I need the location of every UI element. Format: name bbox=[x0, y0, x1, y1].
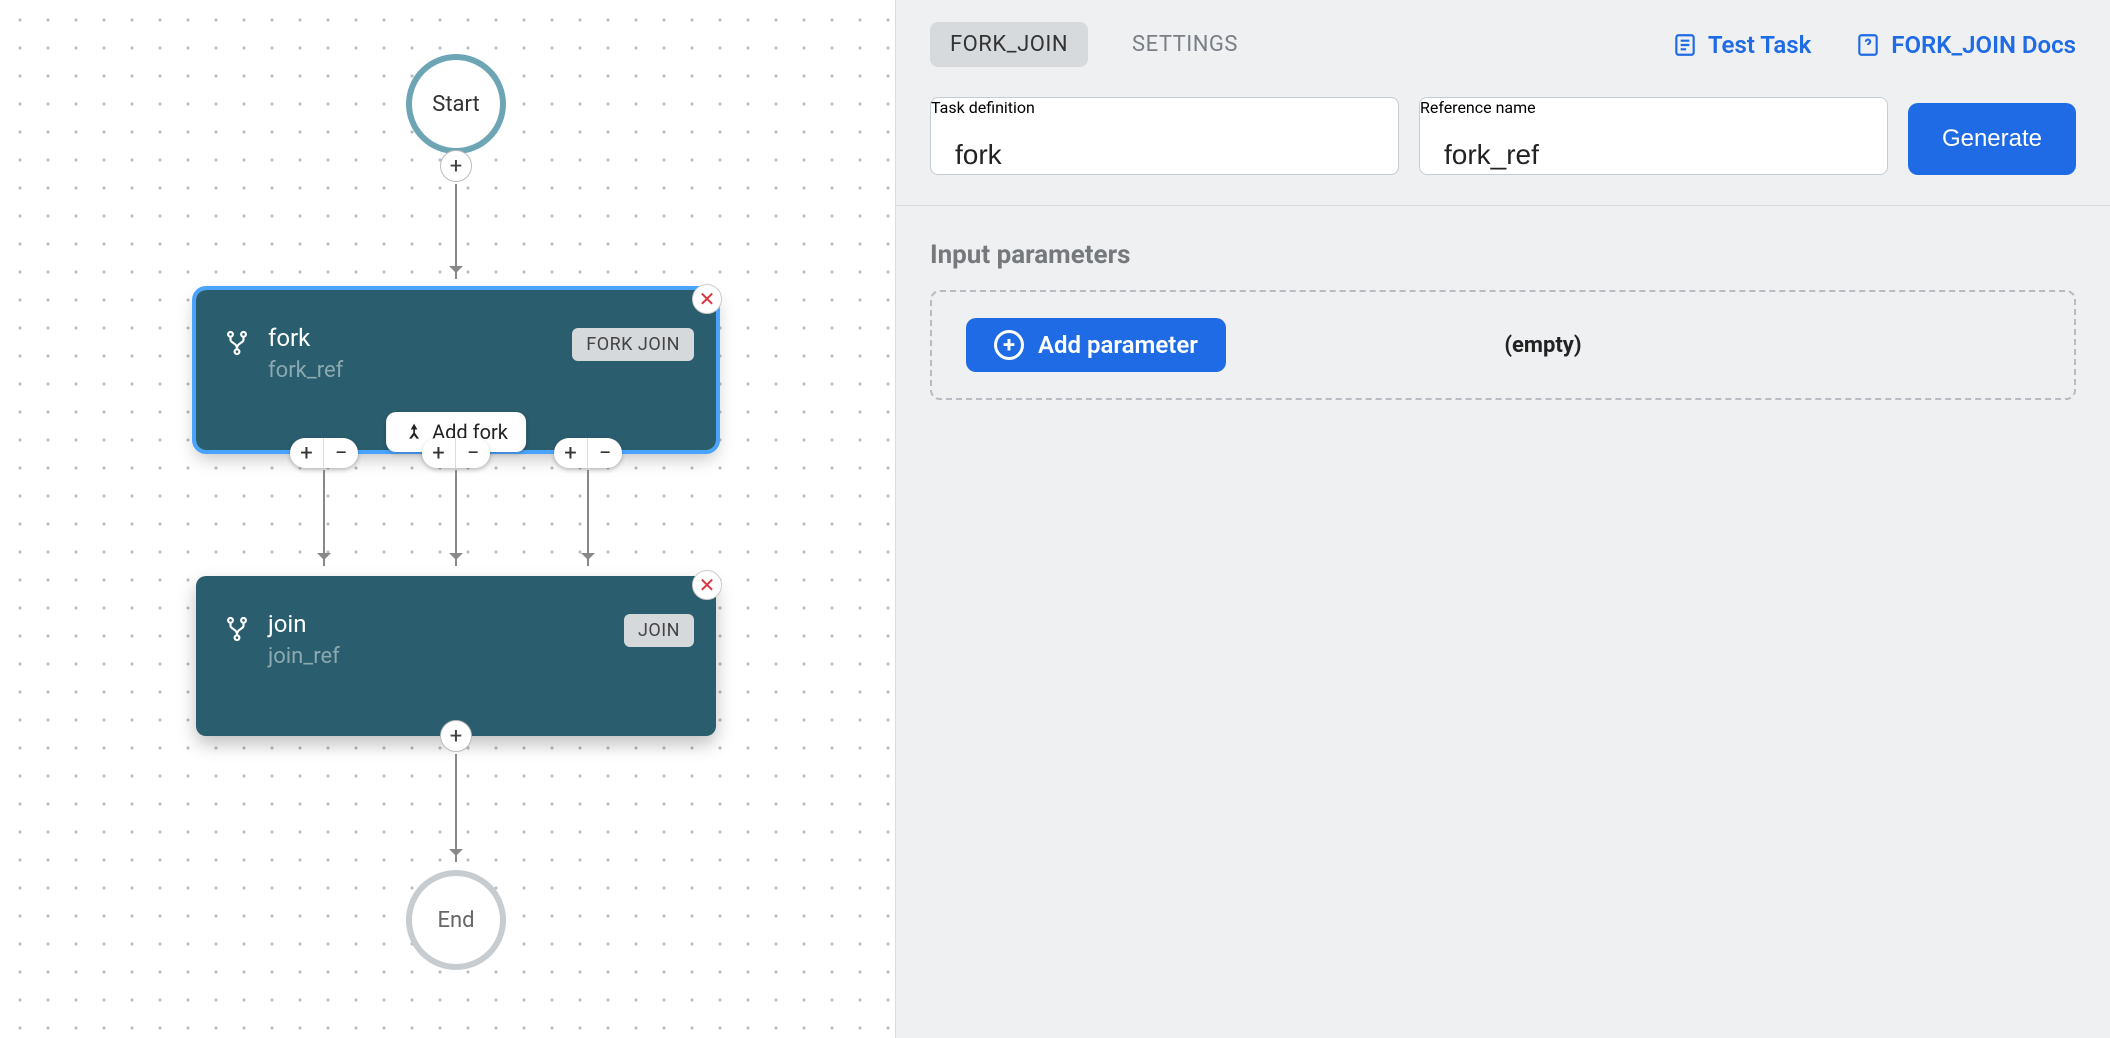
input-parameters-title: Input parameters bbox=[930, 240, 2076, 270]
edge-branch-1 bbox=[323, 470, 325, 566]
start-label: Start bbox=[432, 92, 479, 117]
branch-2-add[interactable]: + bbox=[422, 438, 456, 468]
generate-button[interactable]: Generate bbox=[1908, 103, 2076, 175]
parameters-empty-text: (empty) bbox=[1046, 333, 2040, 358]
branch-3-add[interactable]: + bbox=[554, 438, 588, 468]
close-icon: ✕ bbox=[699, 287, 716, 311]
properties-panel: FORK_JOIN SETTINGS Test Task FORK_JOIN D… bbox=[895, 0, 2110, 1038]
checklist-icon bbox=[1672, 32, 1698, 58]
tab-settings[interactable]: SETTINGS bbox=[1112, 22, 1258, 67]
branch-1-controls: + − bbox=[290, 438, 358, 468]
edge-join-to-end bbox=[455, 754, 457, 862]
fork-icon bbox=[224, 330, 250, 360]
task-definition-input[interactable] bbox=[931, 117, 1398, 193]
task-definition-label: Task definition bbox=[931, 98, 1035, 117]
workflow-canvas[interactable]: Start + fork fork_ref FORK JOIN ✕ Add fo… bbox=[0, 0, 895, 1038]
test-task-label: Test Task bbox=[1708, 31, 1811, 59]
reference-name-label: Reference name bbox=[1420, 98, 1536, 117]
reference-name-field: Reference name bbox=[1419, 97, 1888, 175]
edge-start-to-fork bbox=[455, 184, 457, 279]
branch-3-remove[interactable]: − bbox=[588, 438, 622, 468]
branch-2-remove[interactable]: − bbox=[456, 438, 490, 468]
delete-join-node[interactable]: ✕ bbox=[692, 570, 722, 600]
close-icon: ✕ bbox=[699, 573, 716, 597]
end-node[interactable]: End bbox=[406, 870, 506, 970]
reference-name-input[interactable] bbox=[1420, 117, 1887, 193]
fork-ref: fork_ref bbox=[268, 358, 688, 383]
fork-task-node[interactable]: fork fork_ref FORK JOIN ✕ Add fork bbox=[196, 290, 716, 450]
plus-circle-icon: + bbox=[994, 330, 1024, 360]
tab-fork-join[interactable]: FORK_JOIN bbox=[930, 22, 1088, 67]
test-task-link[interactable]: Test Task bbox=[1672, 31, 1811, 59]
branch-1-remove[interactable]: − bbox=[324, 438, 358, 468]
branch-icon bbox=[404, 422, 424, 442]
branch-3-controls: + − bbox=[554, 438, 622, 468]
help-doc-icon bbox=[1855, 32, 1881, 58]
join-type-badge: JOIN bbox=[624, 614, 694, 647]
docs-link[interactable]: FORK_JOIN Docs bbox=[1855, 31, 2076, 59]
fork-type-badge: FORK JOIN bbox=[572, 328, 694, 361]
task-definition-field: Task definition bbox=[930, 97, 1399, 175]
join-task-node[interactable]: join join_ref JOIN ✕ bbox=[196, 576, 716, 736]
edge-branch-2 bbox=[455, 470, 457, 566]
join-ref: join_ref bbox=[268, 644, 688, 669]
join-fork-icon bbox=[224, 616, 250, 646]
start-node[interactable]: Start bbox=[406, 54, 506, 154]
add-after-start[interactable]: + bbox=[440, 150, 472, 182]
end-label: End bbox=[437, 908, 474, 933]
branch-1-add[interactable]: + bbox=[290, 438, 324, 468]
add-after-join[interactable]: + bbox=[440, 720, 472, 752]
delete-fork-node[interactable]: ✕ bbox=[692, 284, 722, 314]
branch-2-controls: + − bbox=[422, 438, 490, 468]
edge-branch-3 bbox=[587, 470, 589, 566]
docs-label: FORK_JOIN Docs bbox=[1891, 31, 2076, 59]
input-parameters-box: + Add parameter (empty) bbox=[930, 290, 2076, 400]
